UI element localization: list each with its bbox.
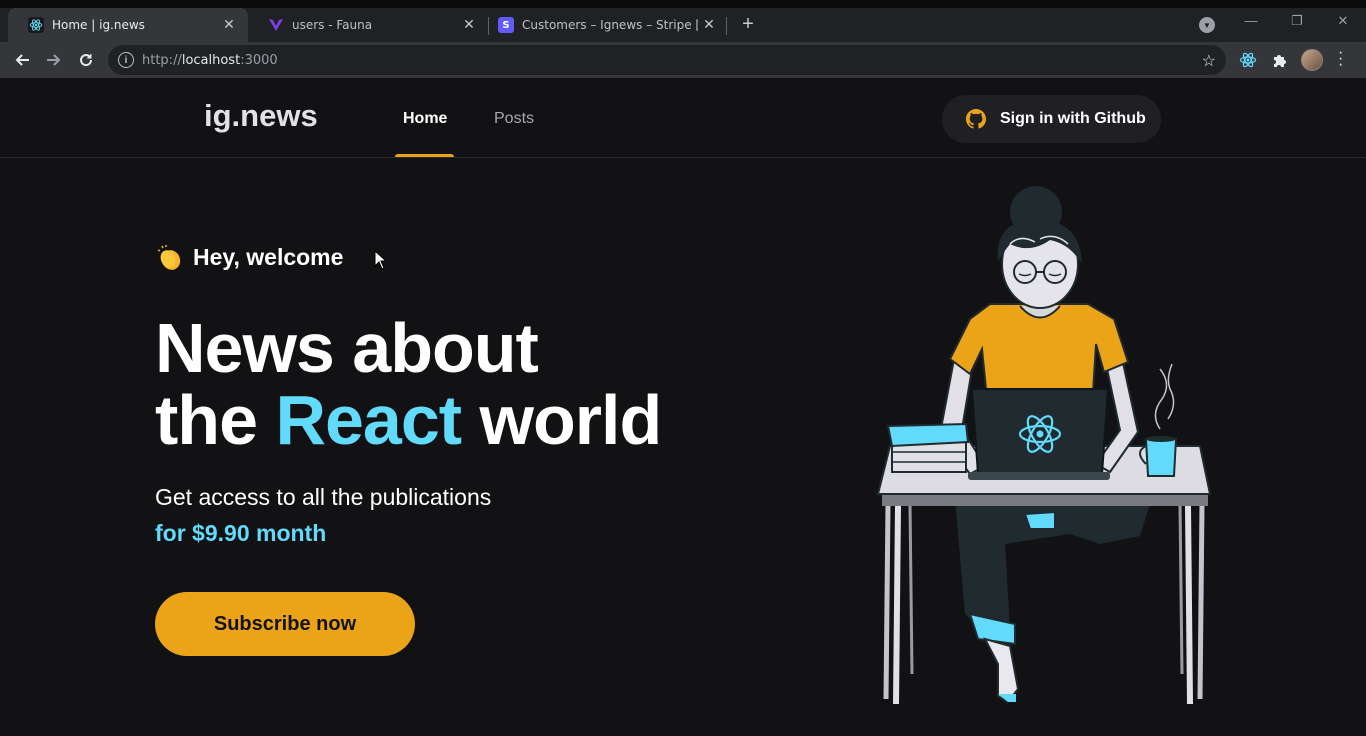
- react-icon: [28, 17, 44, 33]
- site-info-icon[interactable]: i: [118, 52, 134, 68]
- reload-icon: [80, 54, 93, 67]
- ignews-page: ig.news Home Posts Sign in with Github H…: [0, 78, 1366, 736]
- headline-prefix: the: [155, 381, 276, 459]
- close-tab-icon[interactable]: ✕: [698, 17, 720, 33]
- nav-link-home[interactable]: Home: [403, 110, 447, 128]
- forward-arrow-icon: [47, 54, 61, 66]
- headline-accent: React: [275, 381, 462, 459]
- sign-in-label: Sign in with Github: [1000, 110, 1146, 127]
- stripe-icon: S: [498, 17, 514, 33]
- tab-title: users - Fauna: [292, 18, 373, 32]
- close-tab-icon[interactable]: ✕: [218, 17, 240, 33]
- mouse-cursor-icon: [374, 250, 388, 270]
- hero-headline: News about the React world: [155, 309, 663, 459]
- url-text[interactable]: http://localhost:3000: [142, 53, 278, 68]
- headline-suffix: world: [461, 381, 663, 459]
- forward-button[interactable]: [42, 48, 66, 72]
- clapping-hands-icon: [157, 244, 181, 270]
- tab-users-fauna[interactable]: users - Fauna ✕: [248, 8, 488, 42]
- fauna-icon: [268, 17, 284, 33]
- close-tab-icon[interactable]: ✕: [458, 17, 480, 33]
- subscribe-button[interactable]: Subscribe now: [155, 592, 415, 656]
- browser-menu-icon[interactable]: · · ·: [1338, 45, 1343, 73]
- react-devtools-extension-icon[interactable]: [1238, 50, 1258, 70]
- url-scheme: http://: [142, 53, 182, 68]
- new-tab-button[interactable]: +: [736, 12, 760, 36]
- github-icon: [966, 109, 986, 129]
- active-nav-indicator: [395, 154, 454, 157]
- tab-search-icon[interactable]: ▼: [1199, 17, 1215, 33]
- close-window-button[interactable]: ✕: [1328, 13, 1358, 29]
- headline-line-1: News about: [155, 309, 539, 387]
- tab-title: Customers – Ignews – Stripe [Test]: [522, 18, 698, 32]
- extensions-puzzle-icon[interactable]: [1270, 50, 1290, 70]
- bookmark-star-icon[interactable]: ☆: [1202, 51, 1216, 71]
- minimize-button[interactable]: —: [1236, 13, 1266, 28]
- reload-button[interactable]: [74, 48, 98, 72]
- tab-title: Home | ig.news: [52, 18, 145, 32]
- url-port: :3000: [240, 53, 278, 68]
- site-logo[interactable]: ig.news: [204, 98, 318, 134]
- restore-button[interactable]: ❐: [1282, 13, 1312, 29]
- girl-coding-illustration: [876, 186, 1212, 705]
- tab-home-ignews[interactable]: Home | ig.news ✕: [8, 8, 248, 42]
- sign-in-github-button[interactable]: Sign in with Github: [942, 95, 1161, 143]
- hero-price: for $9.90 month: [155, 520, 327, 546]
- profile-avatar[interactable]: [1301, 49, 1323, 71]
- nav-link-posts[interactable]: Posts: [494, 110, 534, 128]
- greeting-text: Hey, welcome: [193, 244, 344, 270]
- hero-greeting: Hey, welcome: [157, 244, 343, 271]
- tab-stripe-customers[interactable]: S Customers – Ignews – Stripe [Test] ✕: [478, 8, 728, 42]
- headline-line-2: the React world: [155, 381, 663, 459]
- url-host: localhost: [181, 53, 241, 68]
- hero-subtitle: Get access to all the publications: [155, 484, 492, 510]
- back-arrow-icon: [15, 54, 29, 66]
- address-bar[interactable]: i http://localhost:3000 ☆: [108, 45, 1226, 75]
- browser-toolbar: i http://localhost:3000 ☆ · · ·: [0, 42, 1366, 78]
- site-header: ig.news Home Posts Sign in with Github: [0, 78, 1366, 158]
- browser-tab-bar: Home | ig.news ✕ users - Fauna ✕ S Custo…: [0, 0, 1366, 42]
- back-button[interactable]: [10, 48, 34, 72]
- tab-separator: [726, 17, 727, 35]
